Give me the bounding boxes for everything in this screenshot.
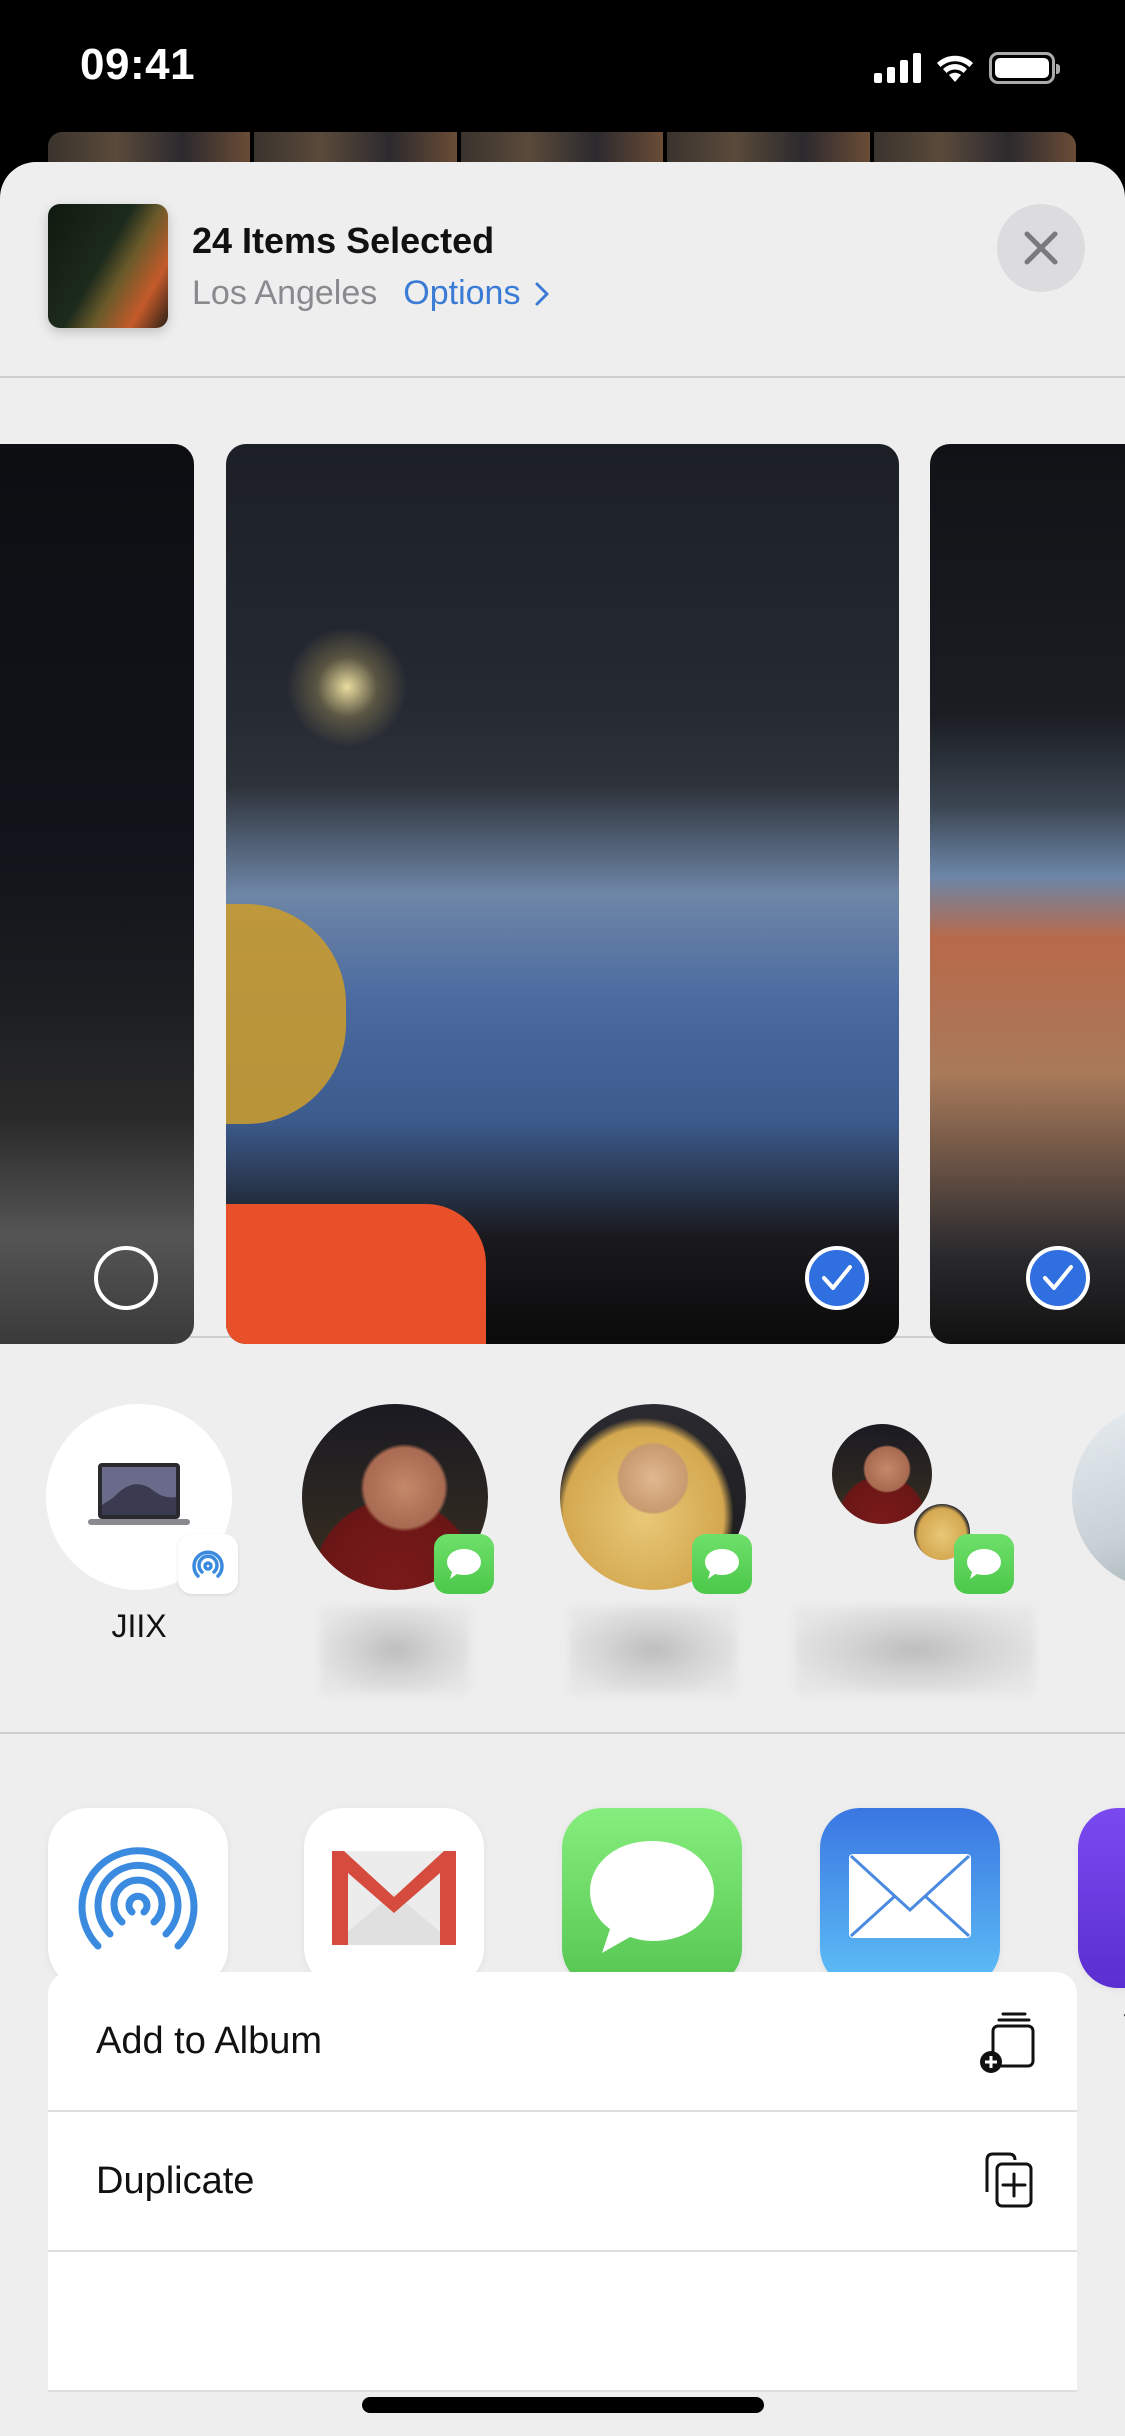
person-name: JIIX xyxy=(111,1608,167,1644)
person-contact[interactable] xyxy=(300,1404,494,1694)
wifi-icon xyxy=(937,55,973,82)
yahoo-icon: y xyxy=(1078,1808,1125,1988)
messages-icon xyxy=(705,1549,739,1579)
person-group[interactable] xyxy=(795,1404,1035,1694)
person-name-redacted xyxy=(320,1606,470,1694)
options-label: Options xyxy=(403,274,521,312)
add-to-album-icon xyxy=(980,2012,1035,2073)
gmail-icon xyxy=(304,1808,484,1988)
suggested-people-row: JIIX xyxy=(0,1338,1125,1734)
chevron-right-icon xyxy=(535,282,549,305)
photo-carousel[interactable] xyxy=(0,378,1125,1344)
person-contact[interactable] xyxy=(558,1404,752,1694)
mail-icon xyxy=(820,1808,1000,1988)
photo-preview[interactable] xyxy=(930,444,1125,1344)
person-name-redacted xyxy=(795,1606,1035,1694)
selection-toggle-checked[interactable] xyxy=(805,1246,869,1310)
action-more[interactable] xyxy=(48,2252,1077,2392)
photo-preview[interactable] xyxy=(0,444,194,1344)
action-label: Duplicate xyxy=(96,2159,255,2202)
selection-subtitle: Los Angeles Options xyxy=(192,274,550,313)
cellular-signal-icon xyxy=(874,53,921,83)
messages-badge xyxy=(434,1534,494,1594)
avatar xyxy=(560,1404,752,1594)
close-icon xyxy=(1024,231,1058,265)
messages-badge xyxy=(692,1534,752,1594)
selection-toggle-checked[interactable] xyxy=(1026,1246,1090,1310)
messages-icon xyxy=(447,1549,481,1579)
person-name-redacted xyxy=(569,1606,737,1694)
action-label: Add to Album xyxy=(96,2019,323,2062)
airdrop-icon xyxy=(192,1550,224,1578)
status-bar: 09:41 xyxy=(0,0,1125,135)
action-duplicate[interactable]: Duplicate xyxy=(48,2112,1077,2252)
messages-badge xyxy=(954,1534,1014,1594)
person-target-device[interactable]: JIIX xyxy=(44,1404,238,1645)
checkmark-icon xyxy=(822,1265,852,1290)
messages-icon xyxy=(967,1549,1001,1579)
airdrop-icon xyxy=(48,1808,228,1988)
laptop-icon xyxy=(88,1463,190,1525)
location-label: Los Angeles xyxy=(192,274,378,312)
person-contact-partial[interactable] xyxy=(1072,1404,1125,1590)
home-indicator[interactable] xyxy=(362,2397,764,2413)
group-avatar xyxy=(822,1404,1014,1594)
messages-icon xyxy=(562,1808,742,1988)
selection-title: 24 Items Selected xyxy=(192,220,495,261)
app-yahoo[interactable]: y Yahoo xyxy=(1078,1808,1125,2045)
airdrop-badge xyxy=(178,1534,238,1594)
avatar xyxy=(832,1424,932,1524)
avatar xyxy=(302,1404,494,1594)
action-add-to-album[interactable]: Add to Album xyxy=(48,1972,1077,2112)
share-sheet-header: 24 Items Selected Los Angeles Options xyxy=(0,162,1125,378)
checkmark-icon xyxy=(1043,1265,1073,1290)
photo-preview[interactable] xyxy=(226,444,899,1344)
options-button[interactable]: Options xyxy=(403,274,550,313)
avatar xyxy=(46,1404,238,1594)
selection-thumbnail xyxy=(48,204,168,328)
selection-toggle-unchecked[interactable] xyxy=(94,1246,158,1310)
close-button[interactable] xyxy=(997,204,1085,292)
battery-icon xyxy=(989,52,1060,84)
status-icons xyxy=(874,52,1060,84)
actions-list: Add to Album Duplicate xyxy=(48,1972,1077,2392)
duplicate-icon xyxy=(985,2152,1033,2208)
status-time: 09:41 xyxy=(80,40,196,89)
